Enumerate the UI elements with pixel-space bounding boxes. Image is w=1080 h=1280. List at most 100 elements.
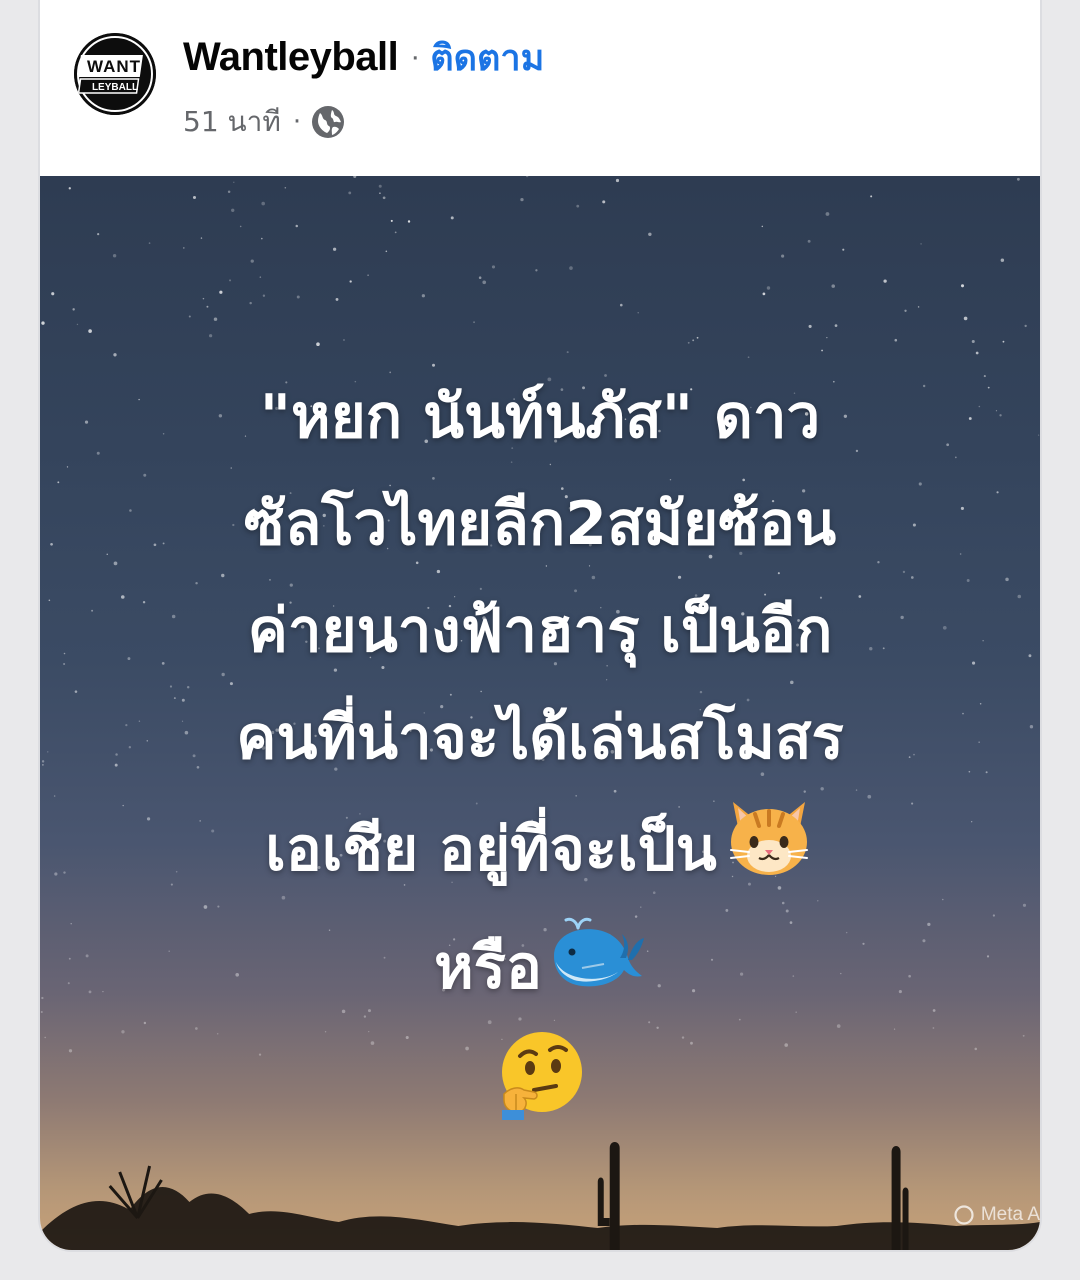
image-text-line: คนที่น่าจะได้เล่นสโมสร	[236, 703, 844, 773]
star	[250, 259, 254, 263]
star	[963, 316, 968, 321]
star	[692, 339, 695, 342]
cat-face-icon	[723, 792, 815, 914]
star	[378, 184, 382, 188]
star	[51, 292, 55, 296]
star	[348, 191, 352, 195]
star	[367, 274, 369, 276]
star	[97, 233, 100, 236]
star	[781, 254, 785, 258]
star	[894, 338, 898, 342]
star	[473, 321, 475, 324]
star	[41, 321, 45, 325]
star	[1016, 177, 1020, 181]
star	[808, 324, 812, 328]
star	[343, 339, 345, 341]
star	[229, 279, 232, 282]
image-text-line: หรือ	[434, 932, 542, 1003]
star	[188, 315, 191, 318]
post-meta: 51 นาที ·	[183, 100, 345, 144]
star	[295, 224, 299, 228]
star	[960, 284, 965, 288]
star	[421, 294, 425, 298]
star	[826, 336, 828, 339]
star	[202, 297, 205, 300]
meta-separator: ·	[292, 107, 302, 137]
post-header: WANT LEYBALL Wantleyball · ติดตาม 51 นาท…	[40, 0, 1040, 176]
star	[227, 190, 231, 194]
star	[482, 280, 487, 285]
star	[231, 208, 235, 212]
image-text-line: เอเชีย อยู่ที่จะเป็น	[265, 814, 717, 885]
star	[316, 342, 320, 347]
star	[262, 294, 266, 297]
star	[284, 187, 287, 189]
star	[192, 195, 196, 200]
avatar-logo-icon: WANT LEYBALL	[74, 33, 156, 115]
meta-ai-circle-icon	[954, 1205, 974, 1225]
star	[450, 216, 454, 220]
star	[382, 196, 386, 200]
star	[113, 353, 117, 357]
star	[209, 334, 213, 338]
author-separator: ·	[410, 40, 421, 73]
star	[637, 312, 639, 314]
post-image-text: "หยก นันท์นภัส" ดาว ซัลโวไทยลีก2สมัยซ้อน…	[40, 364, 1040, 1154]
star	[390, 219, 393, 222]
star	[762, 292, 766, 296]
star	[747, 356, 750, 359]
star	[602, 200, 606, 204]
star	[261, 201, 265, 206]
star	[883, 279, 887, 283]
star	[353, 176, 357, 179]
star	[206, 305, 209, 308]
star	[535, 269, 538, 272]
author-name[interactable]: Wantleyball	[183, 35, 399, 80]
star	[259, 276, 262, 278]
follow-button[interactable]: ติดตาม	[430, 29, 544, 86]
star	[72, 308, 75, 311]
globe-icon[interactable]	[311, 105, 345, 139]
image-text-line-with-emoji: เอเชีย อยู่ที่จะเป็น	[40, 792, 1040, 914]
star	[88, 329, 92, 333]
star	[834, 324, 838, 327]
star	[619, 303, 623, 307]
star	[569, 266, 573, 270]
star	[566, 351, 569, 354]
star	[183, 247, 185, 249]
star	[520, 197, 524, 202]
whale-icon	[548, 914, 646, 1028]
page-avatar[interactable]: WANT LEYBALL	[74, 33, 156, 115]
star	[478, 276, 482, 279]
star	[332, 247, 337, 251]
post-image[interactable]: "หยก นันท์นภัส" ดาว ซัลโวไทยลีก2สมัยซ้อน…	[40, 176, 1040, 1250]
star	[687, 341, 690, 344]
star	[766, 286, 771, 290]
star	[904, 309, 907, 312]
svg-text:WANT: WANT	[87, 57, 141, 76]
star	[825, 212, 830, 216]
star	[1002, 340, 1005, 343]
star	[615, 178, 620, 183]
star	[407, 220, 411, 223]
star	[394, 231, 397, 234]
star	[296, 295, 300, 299]
star	[870, 195, 873, 198]
star	[576, 204, 580, 208]
star	[112, 254, 117, 258]
star	[148, 242, 151, 244]
star	[68, 187, 71, 190]
author-row: Wantleyball · ติดตาม	[183, 32, 544, 82]
meta-ai-watermark: Meta A	[953, 1204, 1040, 1226]
star	[1024, 324, 1027, 328]
star	[379, 192, 381, 194]
image-text-line: "หยก นันท์นภัส" ดาว	[259, 382, 821, 452]
watermark-text: Meta A	[980, 1204, 1040, 1225]
star	[213, 317, 218, 321]
image-text-line: ซัลโวไทยลีก2สมัยซ้อน	[243, 489, 837, 559]
star	[1000, 258, 1005, 262]
svg-text:LEYBALL: LEYBALL	[92, 82, 138, 93]
star	[920, 243, 922, 245]
star	[696, 336, 699, 339]
post-timestamp[interactable]: 51 นาที	[183, 100, 281, 144]
